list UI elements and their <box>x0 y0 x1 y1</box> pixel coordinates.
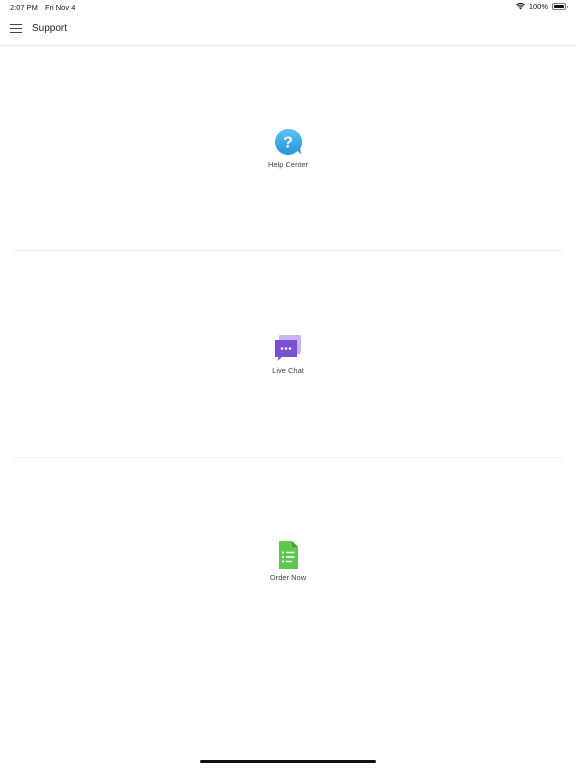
home-indicator[interactable] <box>200 760 376 763</box>
support-screen: 2:07 PM Fri Nov 4 100% Support ? Help Ce… <box>0 0 576 768</box>
hamburger-menu-icon[interactable] <box>10 24 22 34</box>
live-chat-label: Live Chat <box>272 366 304 375</box>
status-date: Fri Nov 4 <box>44 3 76 12</box>
battery-percent: 100% <box>528 2 548 11</box>
nav-bar: Support <box>0 14 576 46</box>
help-center-tile[interactable]: ? Help Center <box>0 45 576 251</box>
battery-level <box>554 5 564 8</box>
battery-icon <box>552 3 568 10</box>
status-bar: 2:07 PM Fri Nov 4 100% <box>0 0 576 14</box>
help-bubble-icon: ? <box>275 128 303 155</box>
status-left: 2:07 PM Fri Nov 4 <box>10 3 75 12</box>
status-time: 2:07 PM <box>10 3 38 12</box>
help-center-label: Help Center <box>267 160 309 169</box>
svg-text:?: ? <box>283 135 293 152</box>
live-chat-tile[interactable]: Live Chat <box>0 251 576 457</box>
order-document-icon <box>279 541 298 569</box>
status-right: 100% <box>515 2 568 11</box>
wifi-icon <box>515 3 525 10</box>
page-title: Support <box>32 23 68 34</box>
chat-bubble-icon <box>275 335 301 361</box>
order-now-tile[interactable]: Order Now <box>0 458 576 664</box>
order-now-label: Order Now <box>269 573 307 582</box>
